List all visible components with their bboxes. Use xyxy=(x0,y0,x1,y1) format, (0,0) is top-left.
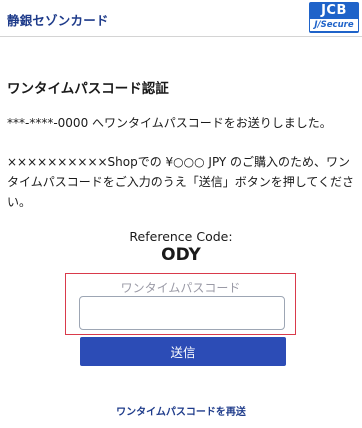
jcb-secure-logo: JCB J/Secure xyxy=(309,2,359,33)
jsecure-logo-text: J/Secure xyxy=(310,19,358,31)
instruction-text: ××××××××××Shopでの ¥○○○ JPY のご購入のため、ワンタイムパ… xyxy=(7,155,355,209)
submit-button[interactable]: 送信 xyxy=(80,337,286,366)
header-bar: 静銀セゾンカード JCB J/Secure xyxy=(0,0,362,37)
passcode-input[interactable] xyxy=(79,296,285,330)
sent-message: ***-****-0000 へワンタイムパスコードをお送りしました。 xyxy=(7,116,332,130)
bank-brand-name: 静銀セゾンカード xyxy=(7,13,109,28)
page-title: ワンタイムパスコード認証 xyxy=(7,81,169,97)
reference-code-label: Reference Code: xyxy=(129,229,233,244)
passcode-field-label: ワンタイムパスコード xyxy=(120,281,241,295)
resend-passcode-link[interactable]: ワンタイムパスコードを再送 xyxy=(0,403,362,418)
reference-code-value: ODY xyxy=(161,245,201,265)
jcb-logo-text: JCB xyxy=(321,3,347,18)
passcode-highlight-box: ワンタイムパスコード xyxy=(65,273,296,335)
